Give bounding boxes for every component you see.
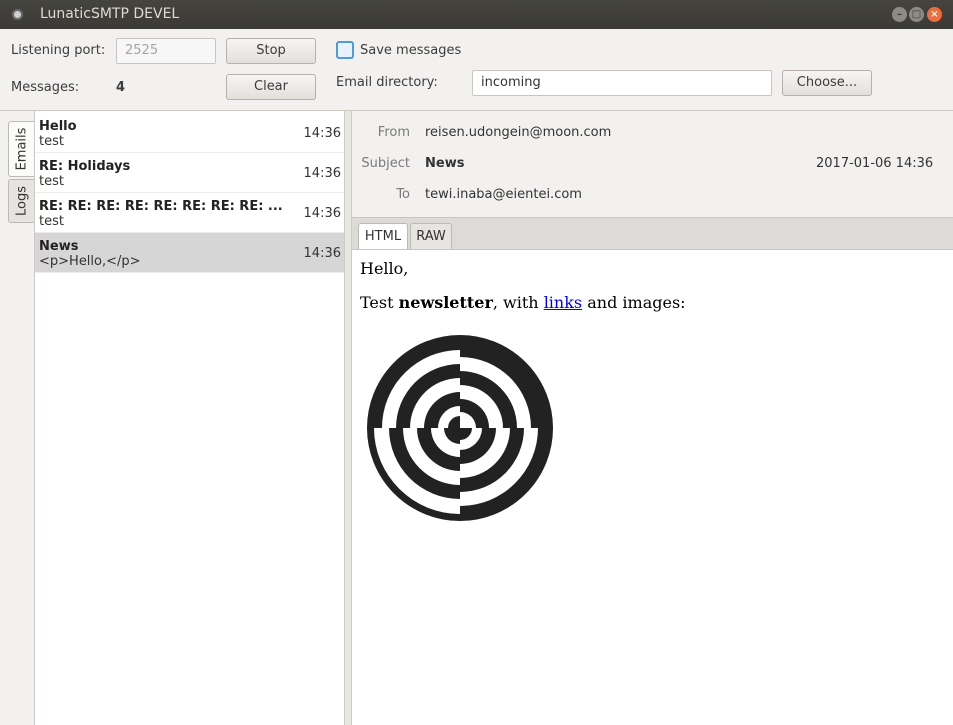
- stop-button[interactable]: Stop: [226, 38, 316, 64]
- port-input[interactable]: 2525: [116, 38, 216, 64]
- list-item[interactable]: News <p>Hello,</p> 14:36: [35, 233, 345, 273]
- email-directory-input[interactable]: incoming: [472, 70, 772, 96]
- email-subject: RE: Holidays: [39, 159, 131, 174]
- tab-emails[interactable]: Emails: [8, 121, 34, 177]
- body-link[interactable]: links: [544, 293, 582, 312]
- close-icon[interactable]: ×: [927, 7, 942, 22]
- save-messages-checkbox[interactable]: [336, 41, 354, 59]
- message-body: Hello, Test newsletter, with links and i…: [352, 249, 953, 725]
- subject-value: News: [425, 156, 465, 171]
- email-preview: test: [39, 134, 64, 149]
- email-list: Hello test 14:36 RE: Holidays test 14:36…: [34, 111, 345, 725]
- list-item[interactable]: Hello test 14:36: [35, 113, 345, 153]
- target-image: [367, 335, 553, 521]
- title-bar: LunaticSMTP DEVEL – □ ×: [0, 0, 953, 29]
- email-detail: From reisen.udongein@moon.com Subject Ne…: [352, 111, 953, 725]
- list-item[interactable]: RE: RE: RE: RE: RE: RE: RE: RE: ... test…: [35, 193, 345, 233]
- email-time: 14:36: [303, 126, 341, 141]
- maximize-icon[interactable]: □: [909, 7, 924, 22]
- body-bold: newsletter: [398, 293, 493, 312]
- tab-raw[interactable]: RAW: [410, 223, 452, 250]
- to-label: To: [396, 187, 410, 202]
- body-greeting: Hello,: [360, 259, 409, 278]
- subject-label: Subject: [361, 156, 410, 171]
- email-subject: RE: RE: RE: RE: RE: RE: RE: RE: ...: [39, 199, 283, 214]
- pane-splitter[interactable]: [344, 111, 352, 725]
- tab-logs[interactable]: Logs: [8, 179, 34, 223]
- choose-button[interactable]: Choose...: [782, 70, 872, 96]
- from-value: reisen.udongein@moon.com: [425, 125, 612, 140]
- body-paragraph: Test newsletter, with links and images:: [360, 293, 686, 312]
- messages-label: Messages:: [11, 80, 80, 95]
- content-tabs: HTML RAW: [352, 217, 953, 250]
- email-subject: News: [39, 239, 79, 254]
- email-directory-label: Email directory:: [336, 75, 438, 90]
- email-preview: test: [39, 174, 64, 189]
- toolbar: Listening port: 2525 Stop Save messages …: [0, 29, 953, 111]
- date-value: 2017-01-06 14:36: [816, 156, 934, 171]
- email-preview: test: [39, 214, 64, 229]
- to-value: tewi.inaba@eientei.com: [425, 187, 582, 202]
- port-label: Listening port:: [11, 43, 106, 58]
- email-subject: Hello: [39, 119, 77, 134]
- app-icon: [12, 9, 23, 20]
- email-time: 14:36: [303, 166, 341, 181]
- side-tabs: Emails Logs: [0, 111, 34, 725]
- window-title: LunaticSMTP DEVEL: [40, 6, 180, 22]
- list-item[interactable]: RE: Holidays test 14:36: [35, 153, 345, 193]
- email-time: 14:36: [303, 246, 341, 261]
- email-time: 14:36: [303, 206, 341, 221]
- clear-button[interactable]: Clear: [226, 74, 316, 100]
- from-label: From: [377, 125, 410, 140]
- minimize-icon[interactable]: –: [892, 7, 907, 22]
- save-messages-label: Save messages: [360, 43, 462, 58]
- messages-count: 4: [116, 80, 126, 95]
- tab-html[interactable]: HTML: [358, 223, 408, 250]
- email-preview: <p>Hello,</p>: [39, 254, 141, 269]
